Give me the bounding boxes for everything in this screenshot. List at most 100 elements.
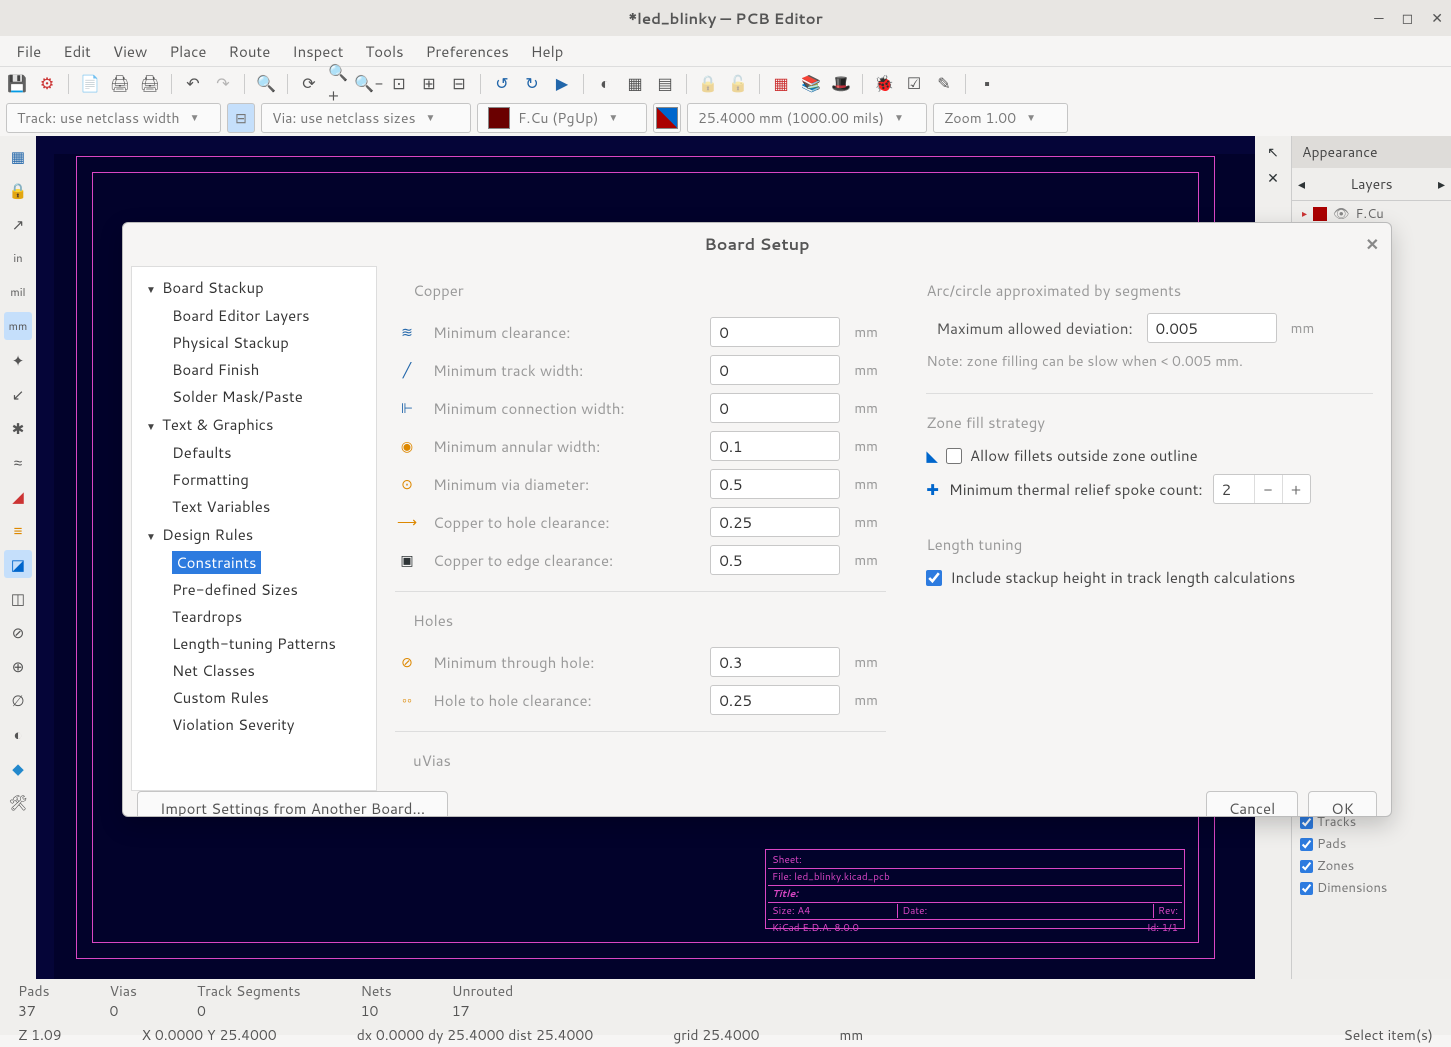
outline-zones-icon[interactable]: ◢: [4, 482, 32, 510]
layer-pair-button[interactable]: [653, 103, 681, 133]
nav-length-tuning[interactable]: Length-tuning Patterns: [132, 630, 376, 657]
ok-button[interactable]: OK: [1308, 791, 1377, 817]
plot-icon[interactable]: 🖨: [139, 73, 161, 95]
nav-teardrops[interactable]: Teardrops: [132, 603, 376, 630]
dialog-close-icon[interactable]: ✕: [1366, 233, 1379, 256]
layer-dropdown[interactable]: F.Cu (PgUp)▼: [477, 103, 647, 133]
contrast-icon[interactable]: ◐: [4, 720, 32, 748]
mils-tool-icon[interactable]: mil: [4, 278, 32, 306]
hole-to-hole-input[interactable]: [710, 685, 840, 715]
rotate-ccw-icon[interactable]: ↺: [491, 73, 513, 95]
cursor-small-icon[interactable]: ↙: [4, 380, 32, 408]
cu-edge-input[interactable]: [710, 545, 840, 575]
include-stackup-checkbox[interactable]: [926, 570, 942, 586]
net-highlight-icon[interactable]: ≡: [4, 516, 32, 544]
grid-dropdown[interactable]: 25.4000 mm (1000.00 mils)▼: [687, 103, 927, 133]
tab-scroll-right[interactable]: ▸: [1432, 168, 1451, 200]
menu-route[interactable]: Route: [219, 37, 281, 66]
layers-mgr-icon[interactable]: ◆: [4, 754, 32, 782]
zoom-in-icon[interactable]: 🔍+: [328, 73, 350, 95]
save-icon[interactable]: 💾: [6, 73, 28, 95]
ungroup-icon[interactable]: ▤: [654, 73, 676, 95]
min-through-hole-input[interactable]: [710, 647, 840, 677]
allow-fillets-checkbox[interactable]: [946, 448, 962, 464]
scripting-icon[interactable]: ▪: [976, 73, 998, 95]
auto-track-toggle[interactable]: ⊟: [227, 103, 255, 133]
cleanup-icon[interactable]: ✎: [933, 73, 955, 95]
redo-icon[interactable]: ↷: [212, 73, 234, 95]
nav-net-classes[interactable]: Net Classes: [132, 657, 376, 684]
zoom-sel-icon[interactable]: ⊟: [448, 73, 470, 95]
pad-outline-icon[interactable]: ⊘: [4, 618, 32, 646]
grid-tool-icon[interactable]: ▦: [4, 142, 32, 170]
menu-place[interactable]: Place: [159, 37, 216, 66]
cursor-full-icon[interactable]: ✦: [4, 346, 32, 374]
nav-group-text[interactable]: ▼Text & Graphics: [132, 410, 376, 439]
library-icon[interactable]: 📚: [800, 73, 822, 95]
check-icon[interactable]: ☑: [903, 73, 925, 95]
eye-icon[interactable]: 👁: [1333, 205, 1350, 223]
zoom-fit-icon[interactable]: ⊡: [388, 73, 410, 95]
menu-preferences[interactable]: Preferences: [416, 37, 519, 66]
cancel-button[interactable]: Cancel: [1206, 791, 1299, 817]
board-setup-icon[interactable]: ⚙: [36, 73, 58, 95]
undo-icon[interactable]: ↶: [182, 73, 204, 95]
max-deviation-input[interactable]: [1147, 313, 1277, 343]
min-annular-input[interactable]: [710, 431, 840, 461]
fp-editor-icon[interactable]: ▦: [770, 73, 792, 95]
nav-solder-mask[interactable]: Solder Mask/Paste: [132, 383, 376, 410]
settings-tool-icon[interactable]: 🛠: [4, 788, 32, 816]
zone-outline-icon[interactable]: ◫: [4, 584, 32, 612]
zoom-dropdown[interactable]: Zoom 1.00▼: [933, 103, 1068, 133]
polar-tool-icon[interactable]: ↗: [4, 210, 32, 238]
refresh-icon[interactable]: ⟳: [298, 73, 320, 95]
lock-tool-icon[interactable]: 🔒: [4, 176, 32, 204]
mm-tool-icon[interactable]: mm: [4, 312, 32, 340]
highlight-tool-icon[interactable]: ✕: [1267, 168, 1279, 188]
tab-scroll-left[interactable]: ◂: [1292, 168, 1311, 200]
via-size-dropdown[interactable]: Via: use netclass sizes▼: [261, 103, 471, 133]
menu-tools[interactable]: Tools: [355, 37, 413, 66]
lock-icon[interactable]: 🔒: [697, 73, 719, 95]
nav-text-vars[interactable]: Text Variables: [132, 493, 376, 520]
inches-tool-icon[interactable]: in: [4, 244, 32, 272]
nav-board-finish[interactable]: Board Finish: [132, 356, 376, 383]
rotate-cw-icon[interactable]: ↻: [521, 73, 543, 95]
layers-tab[interactable]: Layers: [1311, 168, 1432, 200]
cu-hole-input[interactable]: [710, 507, 840, 537]
chk-zones[interactable]: [1300, 860, 1313, 873]
minimize-icon[interactable]: —: [1374, 8, 1383, 28]
chk-tracks[interactable]: [1300, 816, 1313, 829]
via-outline-icon[interactable]: ⊕: [4, 652, 32, 680]
spoke-decrement[interactable]: −: [1254, 475, 1282, 503]
nav-constraints[interactable]: Constraints: [132, 549, 376, 576]
nav-predefined-sizes[interactable]: Pre-defined Sizes: [132, 576, 376, 603]
zoom-obj-icon[interactable]: ⊞: [418, 73, 440, 95]
print-icon[interactable]: 🖨: [109, 73, 131, 95]
curved-rats-icon[interactable]: ≈: [4, 448, 32, 476]
group-icon[interactable]: ▦: [624, 73, 646, 95]
zoom-out-icon[interactable]: 🔍-: [358, 73, 380, 95]
nav-board-editor-layers[interactable]: Board Editor Layers: [132, 302, 376, 329]
min-via-input[interactable]: [710, 469, 840, 499]
track-outline-icon[interactable]: ∅: [4, 686, 32, 714]
min-track-input[interactable]: [710, 355, 840, 385]
spoke-increment[interactable]: +: [1282, 475, 1310, 503]
find-icon[interactable]: 🔍: [255, 73, 277, 95]
nav-group-stackup[interactable]: ▼Board Stackup: [132, 273, 376, 302]
maximize-icon[interactable]: ◻: [1402, 8, 1414, 28]
drc-icon[interactable]: 🐞: [873, 73, 895, 95]
zone-fill-icon[interactable]: ◪: [4, 550, 32, 578]
spoke-count-spinner[interactable]: 2 − +: [1213, 474, 1311, 504]
flip-icon[interactable]: ◐: [594, 73, 616, 95]
ratsnest-icon[interactable]: ✱: [4, 414, 32, 442]
nav-custom-rules[interactable]: Custom Rules: [132, 684, 376, 711]
3d-icon[interactable]: 🎩: [830, 73, 852, 95]
unlock-icon[interactable]: 🔓: [727, 73, 749, 95]
menu-edit[interactable]: Edit: [53, 37, 101, 66]
nav-formatting[interactable]: Formatting: [132, 466, 376, 493]
layer-color-swatch[interactable]: [1313, 207, 1327, 221]
chk-pads[interactable]: [1300, 838, 1313, 851]
menu-file[interactable]: File: [6, 37, 51, 66]
import-settings-button[interactable]: Import Settings from Another Board...: [137, 791, 448, 817]
